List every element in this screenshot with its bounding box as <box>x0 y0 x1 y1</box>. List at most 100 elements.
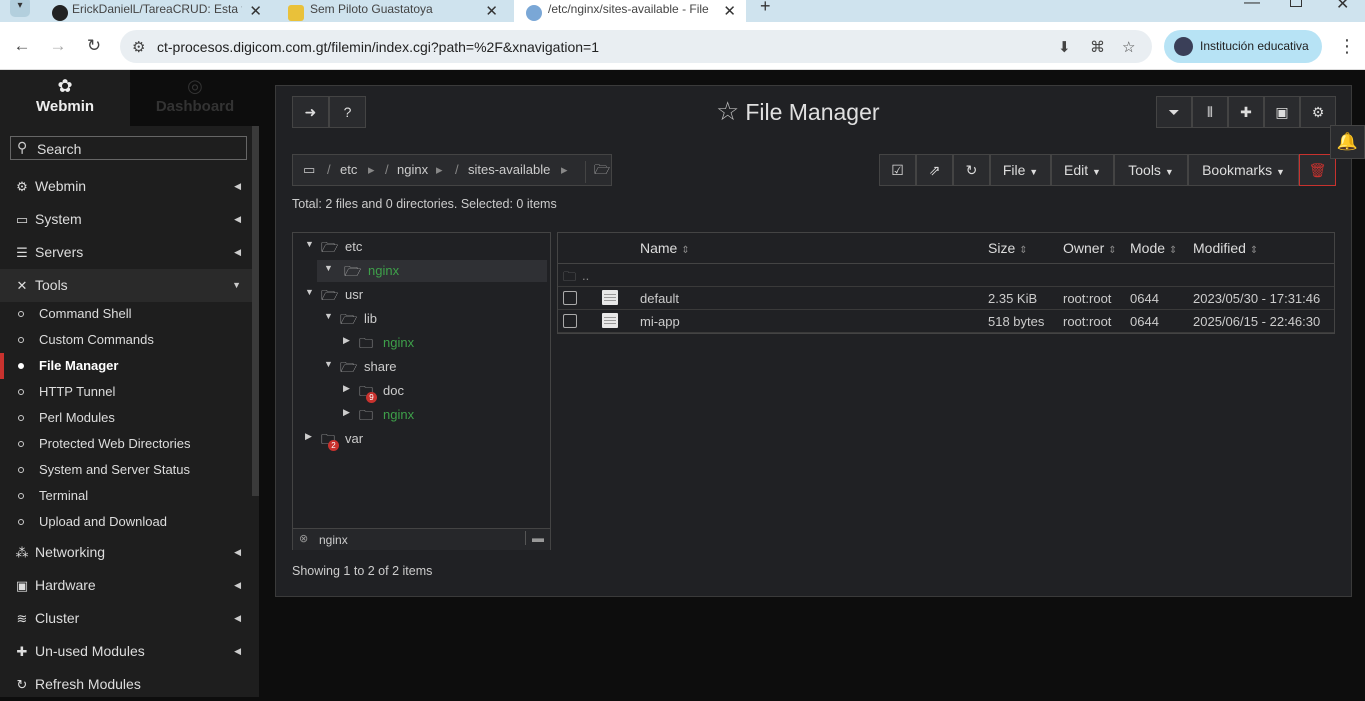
forward-arrow-icon[interactable]: → <box>46 34 70 58</box>
sidebar-item-file-manager[interactable]: File Manager <box>0 353 259 379</box>
select-all-button[interactable]: ☑ <box>879 154 916 186</box>
favorite-star-icon[interactable]: ☆ <box>716 96 739 126</box>
breadcrumb-sites-available[interactable]: sites-available <box>468 162 550 177</box>
breadcrumb-root-icon[interactable]: ▭ <box>303 162 315 178</box>
browser-tab-file-manager[interactable]: /etc/nginx/sites-available - File ✕ <box>514 0 746 22</box>
columns-button[interactable]: ⦀ <box>1192 96 1228 128</box>
sidebar-category-unused-modules[interactable]: ✚ Un-used Modules ◀ <box>0 635 259 668</box>
minimize-window-icon[interactable]: — <box>1244 0 1260 12</box>
caret-down-icon[interactable]: ▼ <box>324 359 333 369</box>
sidebar-item-command-shell[interactable]: Command Shell <box>0 301 259 327</box>
bookmark-star-icon[interactable]: ☆ <box>1122 38 1135 56</box>
close-window-icon[interactable]: ✕ <box>1336 0 1349 14</box>
filter-button[interactable]: ⏷ <box>1156 96 1192 128</box>
sidebar-item-terminal[interactable]: Terminal <box>0 483 259 509</box>
table-row-parent[interactable]: 🗀 .. <box>558 264 1334 287</box>
caret-down-icon[interactable]: ▼ <box>324 311 333 321</box>
notifications-bell-icon[interactable]: 🔔 <box>1330 125 1365 159</box>
bullet-icon <box>18 363 24 369</box>
url-text[interactable]: ct-procesos.digicom.com.gt/filemin/index… <box>157 39 599 55</box>
url-omnibox[interactable]: ⚙ ct-procesos.digicom.com.gt/filemin/ind… <box>120 30 1152 63</box>
tree-node-lib-nginx[interactable]: ▶ 🗀 nginx <box>343 332 543 354</box>
help-button[interactable]: ? <box>329 96 366 128</box>
refresh-button[interactable]: ↻ <box>953 154 990 186</box>
column-header-mode[interactable]: Mode ⇕ <box>1130 240 1177 256</box>
tab-dashboard[interactable]: ◎ Dashboard <box>130 70 260 126</box>
sidebar-category-webmin[interactable]: ⚙ Webmin ◀ <box>0 170 259 203</box>
profile-button[interactable]: Institución educativa <box>1164 30 1322 63</box>
sidebar-item-custom-commands[interactable]: Custom Commands <box>0 327 259 353</box>
open-folder-icon[interactable]: 🗁 <box>585 161 610 183</box>
tab-webmin[interactable]: ✿ Webmin <box>0 70 130 126</box>
breadcrumb-nginx[interactable]: nginx <box>397 162 428 177</box>
sidebar-refresh-modules[interactable]: ↻ Refresh Modules <box>0 668 259 701</box>
sidebar-category-tools[interactable]: ✕ Tools ▼ <box>0 269 259 302</box>
tree-node-lib[interactable]: ▼ 🗁 lib <box>324 308 544 330</box>
edit-menu-button[interactable]: Edit ▼ <box>1051 154 1114 186</box>
close-tab-icon[interactable]: ✕ <box>723 2 736 20</box>
sidebar-item-upload-download[interactable]: Upload and Download <box>0 509 259 535</box>
caret-down-icon[interactable]: ▼ <box>305 239 314 249</box>
tree-node-etc[interactable]: ▼ 🗁 etc <box>305 236 549 258</box>
file-name[interactable]: mi-app <box>640 314 680 329</box>
bookmarks-menu-button[interactable]: Bookmarks ▼ <box>1188 154 1299 186</box>
row-checkbox[interactable] <box>563 291 577 305</box>
column-header-size[interactable]: Size ⇕ <box>988 240 1028 256</box>
new-button[interactable]: ✚ <box>1228 96 1264 128</box>
sidebar-category-networking[interactable]: ⁂ Networking ◀ <box>0 536 259 569</box>
column-header-owner[interactable]: Owner ⇕ <box>1063 240 1117 256</box>
browser-menu-icon[interactable]: ⋮ <box>1338 36 1356 57</box>
caret-right-icon[interactable]: ▶ <box>343 407 350 418</box>
sidebar-item-http-tunnel[interactable]: HTTP Tunnel <box>0 379 259 405</box>
close-tab-icon[interactable]: ✕ <box>249 2 262 20</box>
new-tab-plus-icon[interactable]: + <box>760 0 771 17</box>
site-settings-icon[interactable]: ⚙ <box>132 38 145 56</box>
column-header-name[interactable]: Name ⇕ <box>640 240 690 256</box>
caret-down-icon[interactable]: ▼ <box>305 287 314 297</box>
sidebar-scrollbar[interactable] <box>252 126 259 496</box>
caret-down-icon[interactable]: ▼ <box>324 263 333 273</box>
tab-search-button[interactable]: ▾ <box>10 0 30 17</box>
translate-icon[interactable]: ⌘ <box>1090 38 1105 56</box>
tree-node-usr[interactable]: ▼ 🗁 usr <box>305 284 549 306</box>
reload-icon[interactable]: ↻ <box>82 34 106 58</box>
file-menu-button[interactable]: File ▼ <box>990 154 1051 186</box>
terminal-button[interactable]: ▣ <box>1264 96 1300 128</box>
caret-right-icon[interactable]: ▶ <box>343 335 350 346</box>
settings-button[interactable]: ⚙ <box>1300 96 1336 128</box>
maximize-window-icon[interactable] <box>1290 0 1302 7</box>
caret-right-icon[interactable]: ▶ <box>305 431 312 442</box>
share-button[interactable]: ⇗ <box>916 154 953 186</box>
sidebar-item-perl-modules[interactable]: Perl Modules <box>0 405 259 431</box>
tools-menu-button[interactable]: Tools ▼ <box>1114 154 1188 186</box>
clear-filter-icon[interactable]: ⊗ <box>299 532 308 545</box>
tree-node-var[interactable]: ▶ 🗀 2 var <box>305 428 549 451</box>
tree-node-share-nginx[interactable]: ▶ 🗀 nginx <box>343 404 543 426</box>
folder-icon[interactable]: ▬ <box>525 531 544 545</box>
tree-node-share[interactable]: ▼ 🗁 share <box>324 356 544 378</box>
install-app-icon[interactable]: ⬇ <box>1058 38 1071 56</box>
sidebar-search-input[interactable]: ⚲ Search <box>10 136 247 160</box>
sidebar-category-cluster[interactable]: ≋ Cluster ◀ <box>0 602 259 635</box>
back-button[interactable]: ➜ <box>292 96 329 128</box>
back-arrow-icon[interactable]: ← <box>10 34 34 58</box>
sidebar-item-protected-web-directories[interactable]: Protected Web Directories <box>0 431 259 457</box>
close-tab-icon[interactable]: ✕ <box>485 2 498 20</box>
sidebar-category-system[interactable]: ▭ System ◀ <box>0 203 259 236</box>
table-row[interactable]: mi-app 518 bytes root:root 0644 2025/06/… <box>558 310 1334 333</box>
table-row[interactable]: default 2.35 KiB root:root 0644 2023/05/… <box>558 287 1334 310</box>
tree-node-nginx-selected[interactable]: ▼ 🗁 nginx <box>317 260 547 282</box>
sidebar-category-servers[interactable]: ☰ Servers ◀ <box>0 236 259 269</box>
tree-node-doc[interactable]: ▶ 🗀 9 doc <box>343 380 543 403</box>
browser-tab-github[interactable]: ErickDanielL/TareaCRUD: Esta ta ✕ <box>40 0 272 22</box>
tree-filter-input[interactable]: ⊗ nginx ▬ <box>293 528 550 550</box>
sidebar-category-hardware[interactable]: ▣ Hardware ◀ <box>0 569 259 602</box>
github-icon <box>52 5 68 21</box>
sidebar-item-system-server-status[interactable]: System and Server Status <box>0 457 259 483</box>
browser-tab-sem-piloto[interactable]: Sem Piloto Guastatoya ✕ <box>276 0 508 22</box>
file-name[interactable]: default <box>640 291 679 306</box>
caret-right-icon[interactable]: ▶ <box>343 383 350 394</box>
breadcrumb-etc[interactable]: etc <box>340 162 357 177</box>
column-header-modified[interactable]: Modified ⇕ <box>1193 240 1258 256</box>
row-checkbox[interactable] <box>563 314 577 328</box>
